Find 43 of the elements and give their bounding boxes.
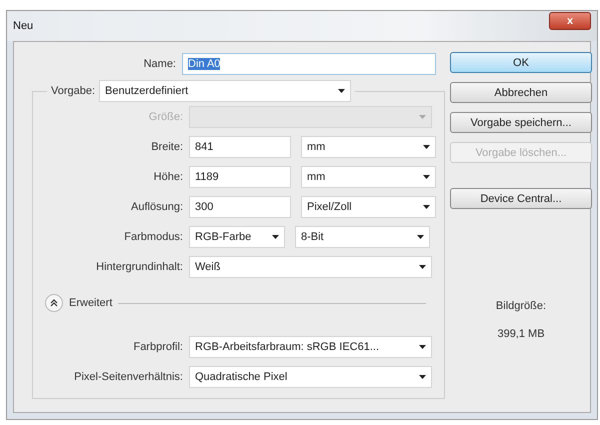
dialog-button[interactable]: Abbrechen [450, 82, 592, 103]
field-label: Breite: [150, 141, 183, 153]
caret-icon [423, 175, 430, 179]
field-label: Name: [142, 58, 176, 70]
caret-icon [417, 235, 424, 239]
caret-icon [419, 375, 426, 379]
dialog-button[interactable]: OK [450, 52, 592, 73]
unit-dropdown[interactable]: mm [301, 166, 436, 188]
field-label: Auflösung: [130, 201, 183, 213]
field-label: Farbprofil: [132, 341, 183, 353]
field-label: Vorgabe: [51, 85, 96, 97]
caret-icon [272, 235, 279, 239]
section-label: Erweitert [69, 297, 112, 309]
input-field[interactable]: 841 [189, 136, 291, 158]
unit-dropdown[interactable]: Pixel/Zoll [301, 196, 436, 218]
unit-dropdown[interactable]: mm [301, 136, 436, 158]
image-size-value: 399,1 MB [497, 328, 545, 340]
field-label: Größe: [148, 111, 183, 123]
dialog-button[interactable]: Vorgabe speichern... [450, 112, 592, 133]
caret-icon [419, 115, 426, 119]
depth-dropdown[interactable]: 8-Bit [295, 226, 430, 248]
window-title: Neu [13, 20, 34, 32]
collapse-icon[interactable] [45, 294, 63, 312]
preset-dropdown[interactable]: Benutzerdefiniert [99, 80, 352, 102]
caret-icon [419, 345, 426, 349]
dropdown[interactable]: Quadratische Pixel [189, 366, 432, 388]
name-field[interactable]: Din A0 [182, 53, 436, 75]
dropdown[interactable]: Weiß [189, 256, 432, 278]
field-label: Farbmodus: [123, 231, 183, 243]
image-size-label: Bildgröße: [496, 300, 546, 312]
caret-icon [419, 265, 426, 269]
field-label: Pixel-Seitenverhältnis: [73, 371, 183, 383]
input-field[interactable]: 300 [189, 196, 291, 218]
input-field[interactable]: 1189 [189, 166, 291, 188]
field-label: Hintergrundinhalt: [95, 261, 183, 273]
dialog-button[interactable]: Device Central... [450, 188, 592, 209]
caret-icon [338, 89, 346, 93]
mode-dropdown[interactable]: RGB-Farbe [189, 226, 285, 248]
dropdown[interactable]: RGB-Arbeitsfarbraum: sRGB IEC61... [189, 336, 432, 358]
field-label: Höhe: [152, 171, 183, 183]
close-button[interactable]: x [549, 12, 591, 30]
caret-icon [423, 205, 430, 209]
caret-icon [423, 145, 430, 149]
